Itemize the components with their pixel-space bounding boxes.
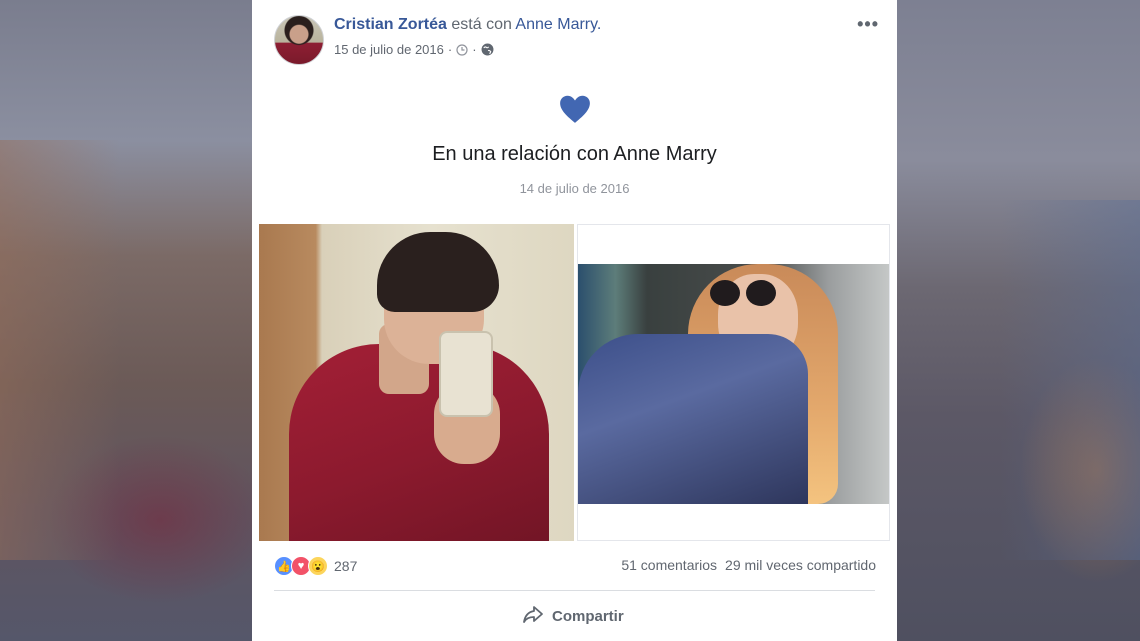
tagged-person[interactable]: Anne Marry.	[515, 16, 601, 33]
shares-count[interactable]: 29 mil veces compartido	[725, 557, 876, 573]
divider	[274, 590, 875, 591]
share-label: Compartir	[552, 607, 624, 625]
heart-icon	[560, 95, 590, 123]
share-button[interactable]: Compartir	[522, 604, 624, 628]
reactions-summary[interactable]: 👍 ♥ 😮 287	[274, 556, 357, 576]
post-stats: 51 comentarios 29 mil veces compartido	[621, 557, 876, 573]
clock-icon	[456, 43, 468, 56]
relationship-title: En una relación con Anne Marry	[432, 143, 717, 165]
photo-anne[interactable]	[577, 224, 890, 541]
photo-cristian[interactable]	[259, 224, 574, 541]
meta-separator: ·	[447, 42, 453, 57]
background-blur-left	[0, 0, 252, 641]
more-options-button[interactable]: •••	[857, 14, 879, 35]
post-meta: 15 de julio de 2016 · ·	[334, 42, 494, 57]
post-header: Cristian Zortéa está con Anne Marry.	[334, 16, 601, 34]
background-blur-right	[897, 0, 1140, 641]
globe-icon[interactable]	[481, 43, 494, 56]
with-text: está con	[451, 16, 512, 33]
author-name[interactable]: Cristian Zortéa	[334, 16, 447, 33]
meta-separator-2: ·	[472, 42, 477, 57]
share-arrow-icon	[522, 604, 544, 628]
facebook-post-card: Cristian Zortéa está con Anne Marry. 15 …	[252, 0, 897, 641]
comments-count[interactable]: 51 comentarios	[621, 557, 717, 573]
author-avatar[interactable]	[274, 15, 324, 65]
post-date[interactable]: 15 de julio de 2016	[334, 42, 444, 57]
wow-icon: 😮	[308, 556, 328, 576]
reaction-count[interactable]: 287	[334, 558, 357, 574]
relationship-date: 14 de julio de 2016	[519, 181, 630, 196]
